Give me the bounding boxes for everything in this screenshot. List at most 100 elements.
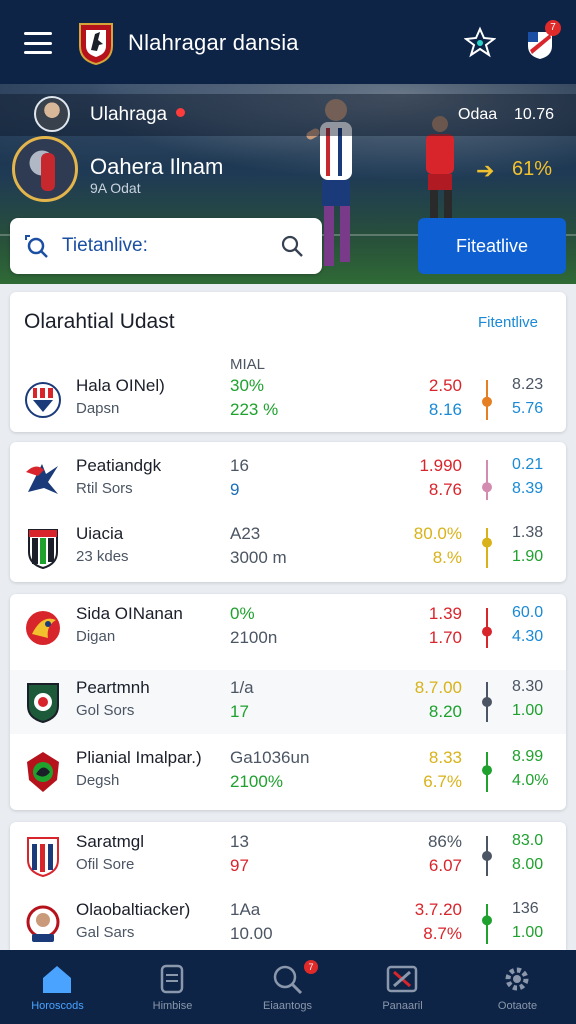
app-title: Nlahragar dansia: [128, 30, 299, 55]
bottom-nav: Horoscods Himbise Eiaantogs Panaaril Oot…: [0, 950, 576, 1024]
odds-primary: 80.0%: [413, 524, 462, 543]
team-crest-icon: [25, 382, 61, 418]
gauge-icon: [482, 682, 492, 722]
metric-secondary: 10.00: [230, 924, 273, 943]
metric-primary: 1/a: [230, 678, 254, 697]
live-button[interactable]: Fiteatlive: [418, 218, 566, 274]
metric-secondary: 17: [230, 702, 249, 721]
value-primary: 0.21: [512, 456, 544, 473]
odds-secondary: 8.16: [428, 400, 462, 419]
value-secondary: 5.76: [512, 400, 544, 417]
value-primary: 8.99: [512, 748, 544, 765]
gauge-knob: [482, 765, 492, 776]
profile-avatar[interactable]: [12, 136, 78, 202]
metric-secondary: 9: [230, 480, 240, 499]
nav-label: Panaaril: [382, 1000, 423, 1012]
gauge-knob: [482, 626, 492, 637]
club-logo[interactable]: [76, 20, 116, 66]
team-crest-icon: [26, 905, 60, 942]
gauge-knob: [482, 851, 492, 861]
hero-stat-label: Odaa: [458, 106, 498, 123]
odds-secondary: 8.7%: [423, 924, 462, 943]
gauge-icon: [482, 752, 492, 792]
match-card: Sida OINanan Digan 0% 2100n 1.39 1.70 60…: [10, 594, 566, 810]
gauge-icon: [482, 608, 492, 648]
nav-home[interactable]: Horoscods: [0, 950, 115, 1024]
avatar[interactable]: [34, 96, 70, 132]
table-row[interactable]: Olaobaltiacker) Gal Sars 1Aa 10.00 3.7.2…: [10, 892, 566, 956]
value-secondary: 8.00: [512, 856, 544, 873]
odds-secondary: 6.07: [428, 856, 462, 875]
team-crest-icon: [27, 683, 59, 724]
match-card: Olarahtial Udast Fitentlive MIAL Hala OI…: [10, 292, 566, 432]
hero-stat-value: 10.76: [514, 106, 555, 123]
top-bar: Nlahragar dansia 7: [0, 0, 576, 84]
nav-label: Eiaantogs: [263, 1000, 312, 1012]
search-icon: [273, 965, 303, 995]
value-primary: 8.23: [512, 376, 544, 393]
gauge-icon: [482, 380, 492, 420]
team-name: Hala OINel): [76, 376, 165, 395]
nav-settings[interactable]: Ootaote: [460, 950, 575, 1024]
gauge-knob: [482, 482, 492, 493]
team-sub: 23 kdes: [76, 548, 129, 565]
nav-search[interactable]: Eiaantogs: [230, 950, 345, 1024]
team-sub: Ofil Sore: [76, 856, 135, 873]
table-row[interactable]: Uiacia 23 kdes A23 3000 m 80.0% 8.% 1.38…: [10, 516, 566, 580]
team-sub: Digan: [76, 628, 116, 645]
table-row[interactable]: Peartmnh Gol Sors 1/a 17 8.7.00 8.20 8.3…: [10, 670, 566, 734]
star-icon[interactable]: [464, 26, 496, 58]
value-secondary: 4.0%: [512, 772, 549, 789]
metric-primary: 0%: [230, 604, 255, 623]
trend-value: 61%: [512, 158, 553, 180]
team-crest-icon: [27, 752, 59, 792]
value-primary: 8.30: [512, 678, 544, 695]
gauge-knob: [482, 537, 492, 548]
team-name: Olaobaltiacker): [76, 900, 191, 919]
metric-primary: 1Aa: [230, 900, 261, 919]
search-icon[interactable]: [280, 234, 304, 258]
trend-arrow-icon: ➔: [476, 158, 495, 183]
gauge-icon: [482, 528, 492, 568]
hero-subtitle: 9A Odat: [90, 180, 141, 196]
metric-secondary: 223 %: [230, 400, 279, 419]
odds-primary: 1.39: [428, 604, 462, 623]
nav-tools[interactable]: Panaaril: [345, 950, 460, 1024]
live-dot: [176, 108, 185, 117]
odds-primary: 3.7.20: [414, 900, 462, 919]
team-name: Plianial Imalpar.): [76, 748, 202, 767]
nav-label: Himbise: [152, 1000, 193, 1012]
team-sub: Gal Sars: [76, 924, 135, 941]
odds-primary: 86%: [427, 832, 462, 851]
metric-secondary: 2100%: [230, 772, 283, 791]
card-link[interactable]: Fitentlive: [478, 314, 538, 331]
value-secondary: 8.39: [512, 480, 544, 497]
table-row[interactable]: Saratmgl Ofil Sore 13 97 86% 6.07 83.0 8…: [10, 824, 566, 888]
gauge-knob: [482, 396, 492, 407]
card-title: Olarahtial Udast: [24, 310, 175, 333]
odds-secondary: 8.%: [432, 548, 462, 567]
table-row[interactable]: Plianial Imalpar.) Degsh Ga1036un 2100% …: [10, 740, 566, 804]
scan-search-icon: [25, 235, 48, 258]
gauge-icon: [482, 904, 492, 944]
nav-tickets[interactable]: Himbise: [115, 950, 230, 1024]
gauge-knob: [482, 915, 492, 926]
gauge-icon: [482, 460, 492, 500]
team-name: Peatiandgk: [76, 456, 162, 475]
nav-label: Ootaote: [497, 1000, 538, 1012]
table-row[interactable]: Peatiandgk Rtil Sors 16 9 1.990 8.76 0.2…: [10, 448, 566, 512]
odds-secondary: 8.20: [428, 702, 462, 721]
value-primary: 136: [512, 900, 539, 917]
menu-icon[interactable]: [24, 32, 52, 54]
team-crest-icon: [27, 837, 59, 878]
table-row[interactable]: Hala OINel) Dapsn 30% 223 % 2.50 8.16 8.…: [10, 368, 566, 432]
metric-primary: 16: [230, 456, 249, 475]
team-crest-icon: [26, 611, 60, 645]
table-row[interactable]: Sida OINanan Digan 0% 2100n 1.39 1.70 60…: [10, 596, 566, 660]
metric-secondary: 97: [230, 856, 249, 875]
metric-primary: A23: [230, 524, 261, 543]
team-crest-icon: [28, 529, 58, 570]
value-primary: 60.0: [512, 604, 544, 621]
match-card: Saratmgl Ofil Sore 13 97 86% 6.07 83.0 8…: [10, 822, 566, 950]
search-input[interactable]: Tietanlive:: [10, 218, 322, 274]
